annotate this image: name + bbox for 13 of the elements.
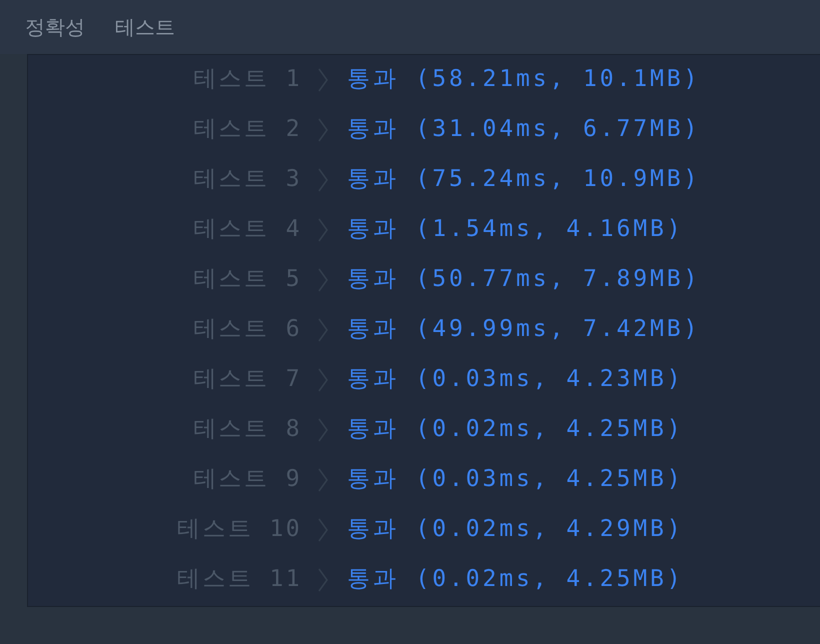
test-result: 통과 (50.77ms, 7.89MB) [347,267,702,293]
heading-text: 정확성 [25,17,85,37]
test-result: 통과 (49.99ms, 7.42MB) [347,317,702,343]
test-result: 통과 (0.02ms, 4.25MB) [347,417,685,443]
test-result: 통과 (58.21ms, 10.1MB) [347,67,702,93]
test-result: 통과 (0.03ms, 4.23MB) [347,367,685,393]
test-result: 통과 (0.02ms, 4.29MB) [347,517,685,543]
test-result: 통과 (1.54ms, 4.16MB) [347,217,685,243]
test-result: 통과 (75.24ms, 10.9MB) [347,167,702,193]
test-result: 통과 (0.03ms, 4.25MB) [347,467,685,493]
test-result: 통과 (0.02ms, 4.25MB) [347,567,685,593]
test-result: 통과 (31.04ms, 6.77MB) [347,117,702,143]
heading-text: 테스트 [115,17,175,37]
